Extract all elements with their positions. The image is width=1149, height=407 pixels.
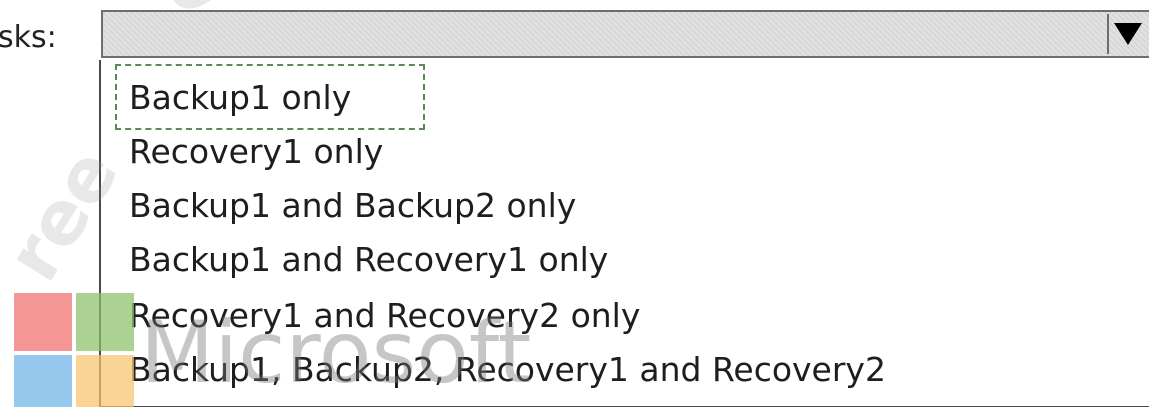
- dropdown-arrow-button[interactable]: [1107, 14, 1147, 54]
- dropdown-option-recovery1-and-recovery2-only[interactable]: Recovery1 and Recovery2 only: [129, 296, 640, 336]
- dropdown-option-backup1-and-backup2-only[interactable]: Backup1 and Backup2 only: [129, 186, 576, 226]
- tasks-combo-box[interactable]: [101, 10, 1149, 58]
- triangle-down-icon: [1114, 23, 1142, 45]
- screenshot-stage: sks: Backup1 only Recovery1 only Backup1…: [0, 0, 1149, 407]
- dropdown-list: Backup1 only Recovery1 only Backup1 and …: [99, 60, 1149, 407]
- tasks-field-label: sks:: [0, 20, 57, 55]
- dropdown-option-recovery1-only[interactable]: Recovery1 only: [129, 132, 383, 172]
- dropdown-option-backup1-only[interactable]: Backup1 only: [129, 78, 351, 118]
- dropdown-option-backup1-and-recovery1-only[interactable]: Backup1 and Recovery1 only: [129, 240, 608, 280]
- dropdown-option-all-four[interactable]: Backup1, Backup2, Recovery1 and Recovery…: [129, 350, 886, 390]
